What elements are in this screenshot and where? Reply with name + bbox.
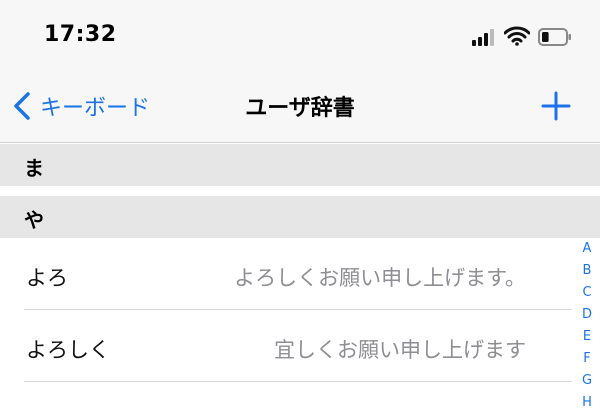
section-index-bar[interactable]: A B C D E F G H bbox=[574, 238, 600, 410]
page-title: ユーザ辞書 bbox=[245, 96, 355, 121]
section-gap bbox=[0, 186, 600, 196]
section-header-label: ま bbox=[24, 156, 44, 180]
battery-icon bbox=[538, 28, 572, 46]
section-header-label: や bbox=[24, 208, 44, 232]
index-letter[interactable]: G bbox=[574, 370, 600, 392]
index-letter[interactable]: H bbox=[574, 392, 600, 414]
section-header-ya: や bbox=[0, 196, 600, 238]
status-time: 17:32 bbox=[44, 22, 117, 47]
entry-reading: よろ bbox=[26, 266, 68, 290]
cellular-signal-icon bbox=[472, 28, 496, 46]
dictionary-entry[interactable]: よろ よろしくお願い申し上げます。 bbox=[0, 240, 572, 310]
row-divider bbox=[24, 309, 572, 310]
entry-word: 宜しくお願い申し上げます bbox=[274, 338, 526, 362]
add-button[interactable] bbox=[538, 88, 574, 124]
row-divider bbox=[24, 381, 572, 382]
navigation-bar: キーボード ユーザ辞書 bbox=[0, 72, 600, 143]
dictionary-entry[interactable]: よろしく 宜しくお願い申し上げます bbox=[0, 312, 572, 382]
index-letter[interactable]: A bbox=[574, 238, 600, 260]
index-letter[interactable]: D bbox=[574, 304, 600, 326]
index-letter[interactable]: E bbox=[574, 326, 600, 348]
entry-word: よろしくお願い申し上げます。 bbox=[234, 266, 526, 290]
plus-icon bbox=[541, 91, 571, 121]
status-bar: 17:32 bbox=[0, 0, 600, 72]
index-letter[interactable]: F bbox=[574, 348, 600, 370]
entry-reading: よろしく bbox=[26, 338, 110, 362]
wifi-icon bbox=[503, 26, 531, 46]
index-letter[interactable]: C bbox=[574, 282, 600, 304]
section-header-ma: ま bbox=[0, 144, 600, 186]
index-letter[interactable]: B bbox=[574, 260, 600, 282]
